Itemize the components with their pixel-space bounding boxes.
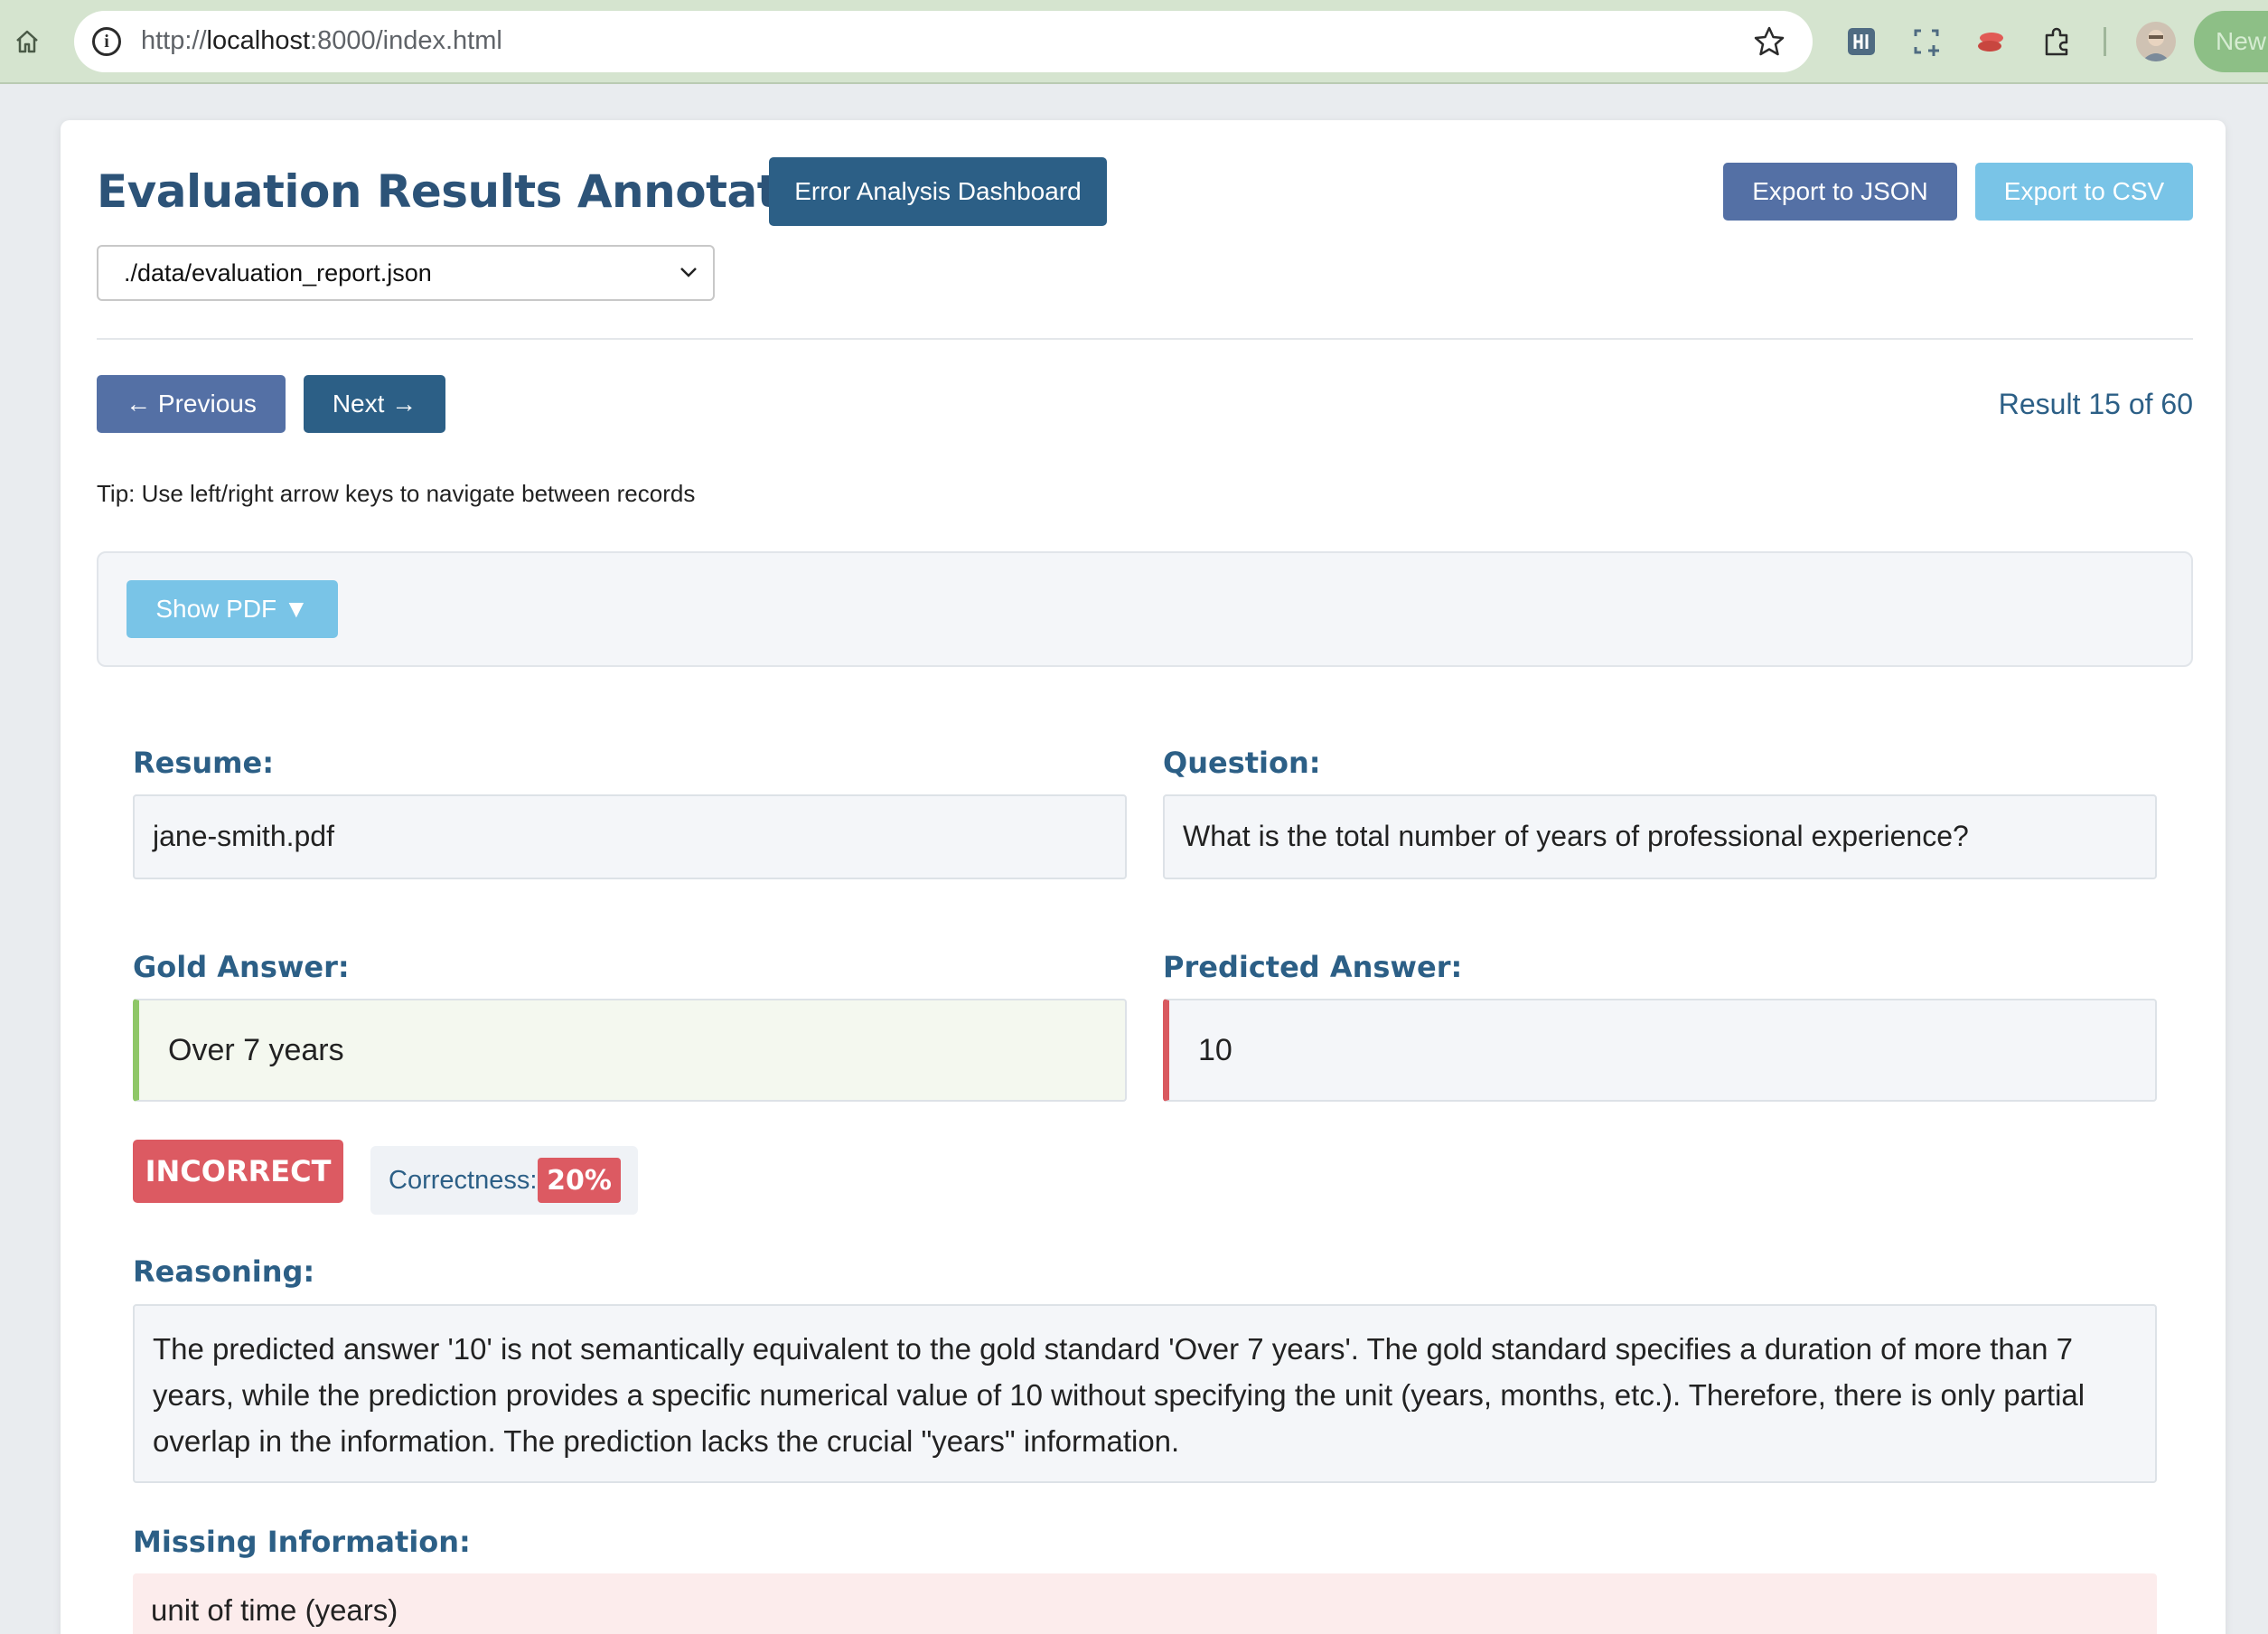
address-bar[interactable]: i http://localhost:8000/index.html: [74, 11, 1813, 72]
show-pdf-button[interactable]: Show PDF ▼: [127, 580, 338, 638]
file-select-value: ./data/evaluation_report.json: [124, 259, 432, 286]
missing-information-value: unit of time (years): [133, 1573, 2157, 1634]
browser-toolbar: i http://localhost:8000/index.html New: [0, 0, 2268, 84]
annotator-card: Evaluation Results Annotator Error Analy…: [61, 120, 2226, 1634]
page-title: Evaluation Results Annotator: [97, 165, 831, 218]
file-select-dropdown[interactable]: ./data/evaluation_report.json: [97, 245, 715, 301]
export-csv-button[interactable]: Export to CSV: [1975, 163, 2193, 221]
bookmark-star-icon[interactable]: [1751, 23, 1787, 60]
verdict-badge: INCORRECT: [133, 1140, 343, 1203]
reasoning-value: The predicted answer '10' is not semanti…: [133, 1304, 2157, 1483]
url-host: localhost: [206, 26, 311, 55]
missing-information-label: Missing Information:: [133, 1525, 471, 1559]
correctness-box: Correctness: 20%: [370, 1146, 638, 1215]
screenshot-extension-icon[interactable]: [1908, 23, 1945, 60]
extension-h-icon[interactable]: [1843, 23, 1879, 60]
url-text[interactable]: http://localhost:8000/index.html: [141, 26, 502, 56]
reasoning-label: Reasoning:: [133, 1254, 315, 1289]
error-analysis-dashboard-button[interactable]: Error Analysis Dashboard: [769, 157, 1107, 226]
correctness-label: Correctness:: [389, 1166, 538, 1195]
export-json-button[interactable]: Export to JSON: [1723, 163, 1957, 221]
navigation-tip: Tip: Use left/right arrow keys to naviga…: [97, 480, 696, 507]
resume-value: jane-smith.pdf: [133, 794, 1127, 879]
predicted-answer-label: Predicted Answer:: [1163, 950, 1463, 984]
url-prefix: http://: [141, 26, 207, 55]
question-label: Question:: [1163, 746, 1321, 780]
previous-button[interactable]: ← Previous: [97, 375, 286, 433]
next-button[interactable]: Next →: [304, 375, 445, 433]
home-icon[interactable]: [11, 23, 43, 60]
extensions-puzzle-icon[interactable]: [2038, 23, 2075, 60]
resume-label: Resume:: [133, 746, 275, 780]
toolbar-separator: [2104, 27, 2106, 56]
profile-avatar[interactable]: [2136, 22, 2176, 61]
new-tab-button[interactable]: New: [2194, 11, 2268, 72]
gold-answer-label: Gold Answer:: [133, 950, 350, 984]
red-extension-icon[interactable]: [1973, 23, 2010, 60]
url-path: :8000/index.html: [310, 26, 502, 55]
chevron-down-icon: [680, 268, 697, 277]
result-counter: Result 15 of 60: [1998, 388, 2193, 420]
gold-answer-value: Over 7 years: [133, 999, 1127, 1102]
pdf-panel: Show PDF ▼: [97, 551, 2193, 667]
site-info-icon[interactable]: i: [92, 27, 121, 56]
predicted-answer-value: 10: [1163, 999, 2157, 1102]
question-value: What is the total number of years of pro…: [1163, 794, 2157, 879]
header-divider: [97, 338, 2193, 340]
correctness-score-badge: 20%: [538, 1158, 621, 1203]
